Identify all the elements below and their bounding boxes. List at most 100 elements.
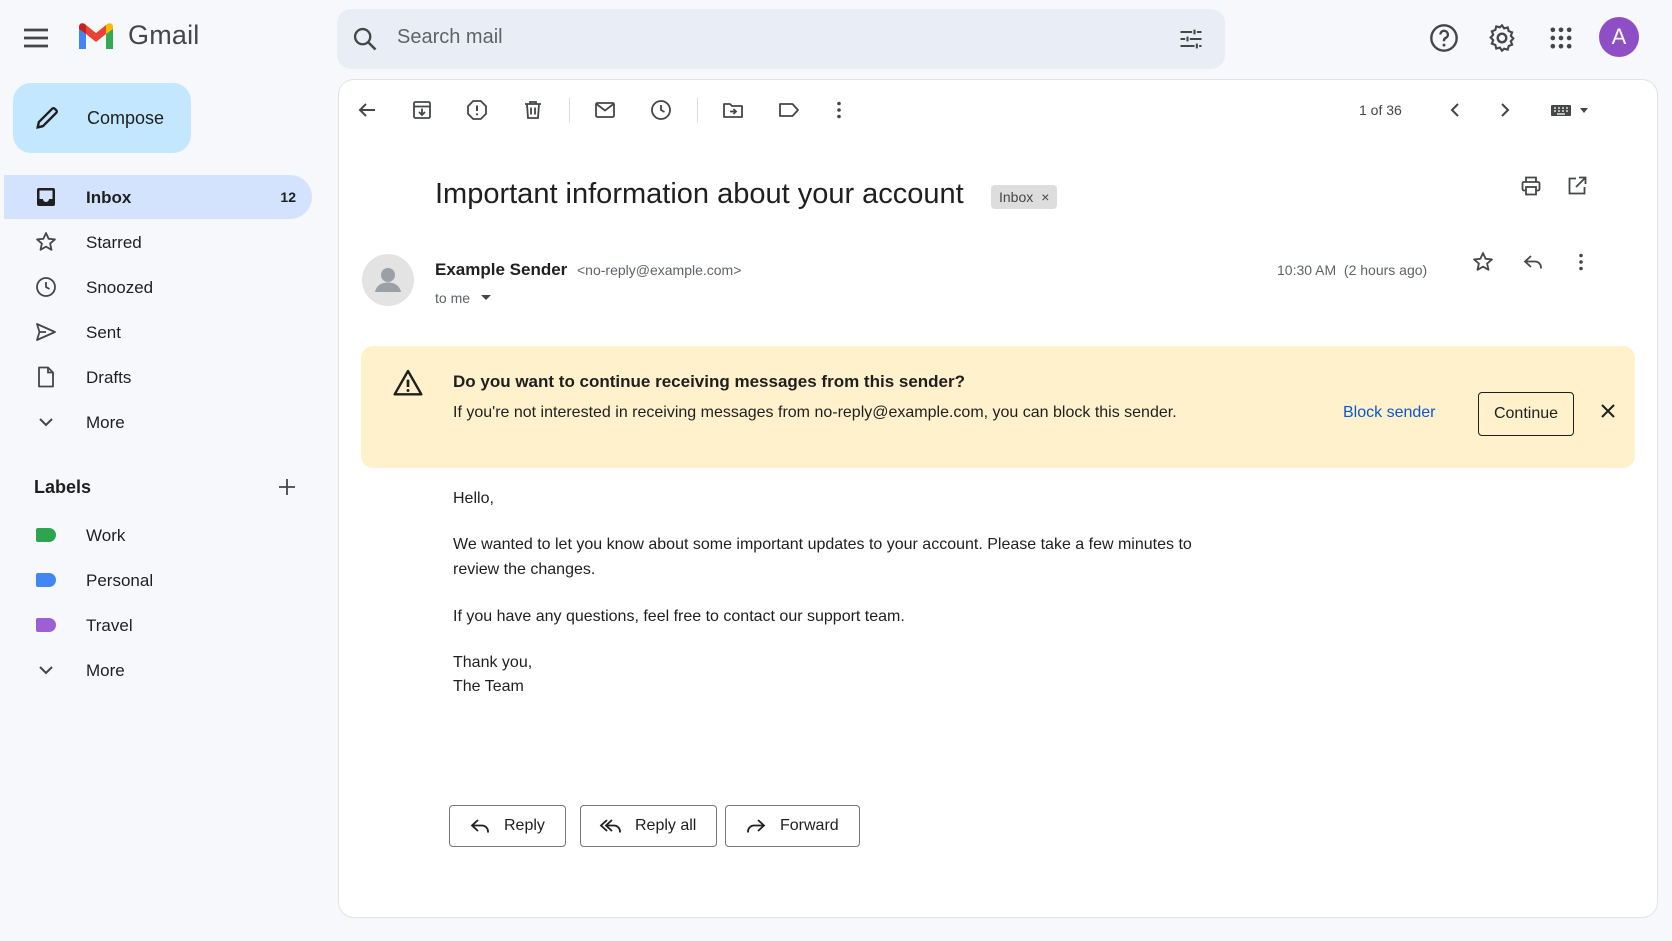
sidebar-labels-more[interactable]: More [4,648,312,692]
reply-all-label: Reply all [635,817,697,834]
banner-text: If you're not interested in receiving me… [453,404,1177,421]
sidebar-label-work[interactable]: Work [4,513,312,557]
recipient-details-toggle[interactable]: to me [435,290,492,306]
search-options-icon[interactable] [1177,25,1205,53]
forward-icon [744,814,768,838]
labels-heading: Labels [34,477,92,497]
sidebar-item-label: Work [86,526,126,545]
unread-count-badge: 12 [280,189,296,205]
sidebar-item-starred[interactable]: Starred [4,220,312,264]
sidebar-item-label: Inbox [86,188,132,207]
inbox-label-chip[interactable]: Inbox × [991,185,1058,209]
sender-email: <no-reply@example.com> [577,262,742,278]
block-sender-link[interactable]: Block sender [1343,404,1436,422]
clock-icon [34,275,58,299]
body-paragraph: If you have any questions, feel free to … [453,608,905,625]
settings-gear-icon[interactable] [1484,20,1520,56]
main-menu-icon[interactable] [20,22,52,54]
account-avatar[interactable]: A [1599,17,1639,57]
body-greeting: Hello, [453,490,494,507]
search-icon[interactable] [351,25,379,53]
sidebar-item-label: Personal [86,571,154,590]
chevron-left-icon[interactable] [1439,94,1471,126]
reply-icon [468,814,492,838]
sidebar-label-personal[interactable]: Personal [4,558,312,602]
sidebar-item-label: Travel [86,616,133,635]
reply-all-button[interactable]: Reply all [580,805,718,847]
star-icon [34,230,58,254]
person-icon [375,268,401,292]
keyboard-input-icon[interactable] [1547,94,1595,126]
sidebar-item-label: Sent [86,323,121,342]
continue-button[interactable]: Continue [1478,392,1574,436]
chip-label: Inbox [999,189,1034,205]
body-paragraph: We wanted to let you know about some imp… [453,536,1192,553]
body-signature: The Team [453,678,524,695]
report-spam-icon[interactable] [461,94,493,126]
email-subject: Important information about your account [435,178,964,210]
chevron-down-icon [34,410,58,434]
help-icon[interactable] [1426,20,1462,56]
sender-warning-banner: Do you want to continue receiving messag… [361,346,1635,468]
snooze-clock-icon[interactable] [645,94,677,126]
toolbar-divider [569,98,570,122]
top-bar: Gmail Search mail A [0,0,1672,76]
warning-triangle-icon [391,366,425,400]
label-tag-icon [34,568,58,592]
sender-avatar[interactable] [362,254,414,306]
pagination-text: 1 of 36 [1359,102,1402,118]
more-vert-icon[interactable] [823,94,855,126]
app-name: Gmail [128,20,200,50]
sidebar-item-sent[interactable]: Sent [4,310,312,354]
gmail-logo[interactable]: Gmail [76,20,200,51]
close-icon[interactable] [1593,396,1623,426]
sender-name[interactable]: Example Sender [435,260,567,280]
gmail-m-icon [79,22,113,49]
sidebar-item-inbox[interactable]: Inbox 12 [4,175,312,219]
message-view: 1 of 36 Important information about your… [338,79,1658,918]
toolbar-divider [697,98,698,122]
reply-icon[interactable] [1517,246,1549,278]
message-timestamp: 10:30 AM (2 hours ago) [1277,262,1428,278]
reply-label: Reply [504,817,545,834]
chip-close-icon[interactable]: × [1041,189,1049,205]
mark-unread-icon[interactable] [589,94,621,126]
label-icon[interactable] [773,94,805,126]
reply-button[interactable]: Reply [449,805,566,847]
move-to-folder-icon[interactable] [717,94,749,126]
archive-icon[interactable] [406,94,438,126]
send-icon [34,320,58,344]
draft-icon [34,365,58,389]
search-input[interactable]: Search mail [397,26,503,49]
chevron-down-icon [34,658,58,682]
chevron-right-icon[interactable] [1489,94,1521,126]
sidebar-item-more[interactable]: More [4,400,312,444]
banner-title: Do you want to continue receiving messag… [453,372,966,391]
star-icon[interactable] [1467,246,1499,278]
forward-button[interactable]: Forward [725,805,860,847]
apps-grid-icon[interactable] [1543,20,1579,56]
compose-label: Compose [87,108,165,128]
compose-button[interactable]: Compose [13,83,191,153]
sidebar-item-label: Snoozed [86,278,154,297]
body-paragraph: review the changes. [453,561,596,578]
add-label-icon[interactable] [272,472,302,502]
sidebar-item-label: Starred [86,233,142,252]
sidebar-item-label: More [86,413,125,432]
more-vert-icon[interactable] [1565,246,1597,278]
sidebar-item-drafts[interactable]: Drafts [4,355,312,399]
sidebar-item-label: More [86,661,125,680]
reply-all-icon [599,814,623,838]
forward-label: Forward [780,817,839,834]
back-arrow-icon[interactable] [351,94,383,126]
open-in-new-window-icon[interactable] [1561,170,1593,202]
recipient-label: to me [435,290,471,306]
label-tag-icon [34,613,58,637]
sidebar-label-travel[interactable]: Travel [4,603,312,647]
search-bar[interactable]: Search mail [337,9,1225,69]
print-icon[interactable] [1515,170,1547,202]
inbox-icon [34,185,58,209]
sidebar-item-snoozed[interactable]: Snoozed [4,265,312,309]
delete-trash-icon[interactable] [517,94,549,126]
caret-down-icon [481,295,492,300]
